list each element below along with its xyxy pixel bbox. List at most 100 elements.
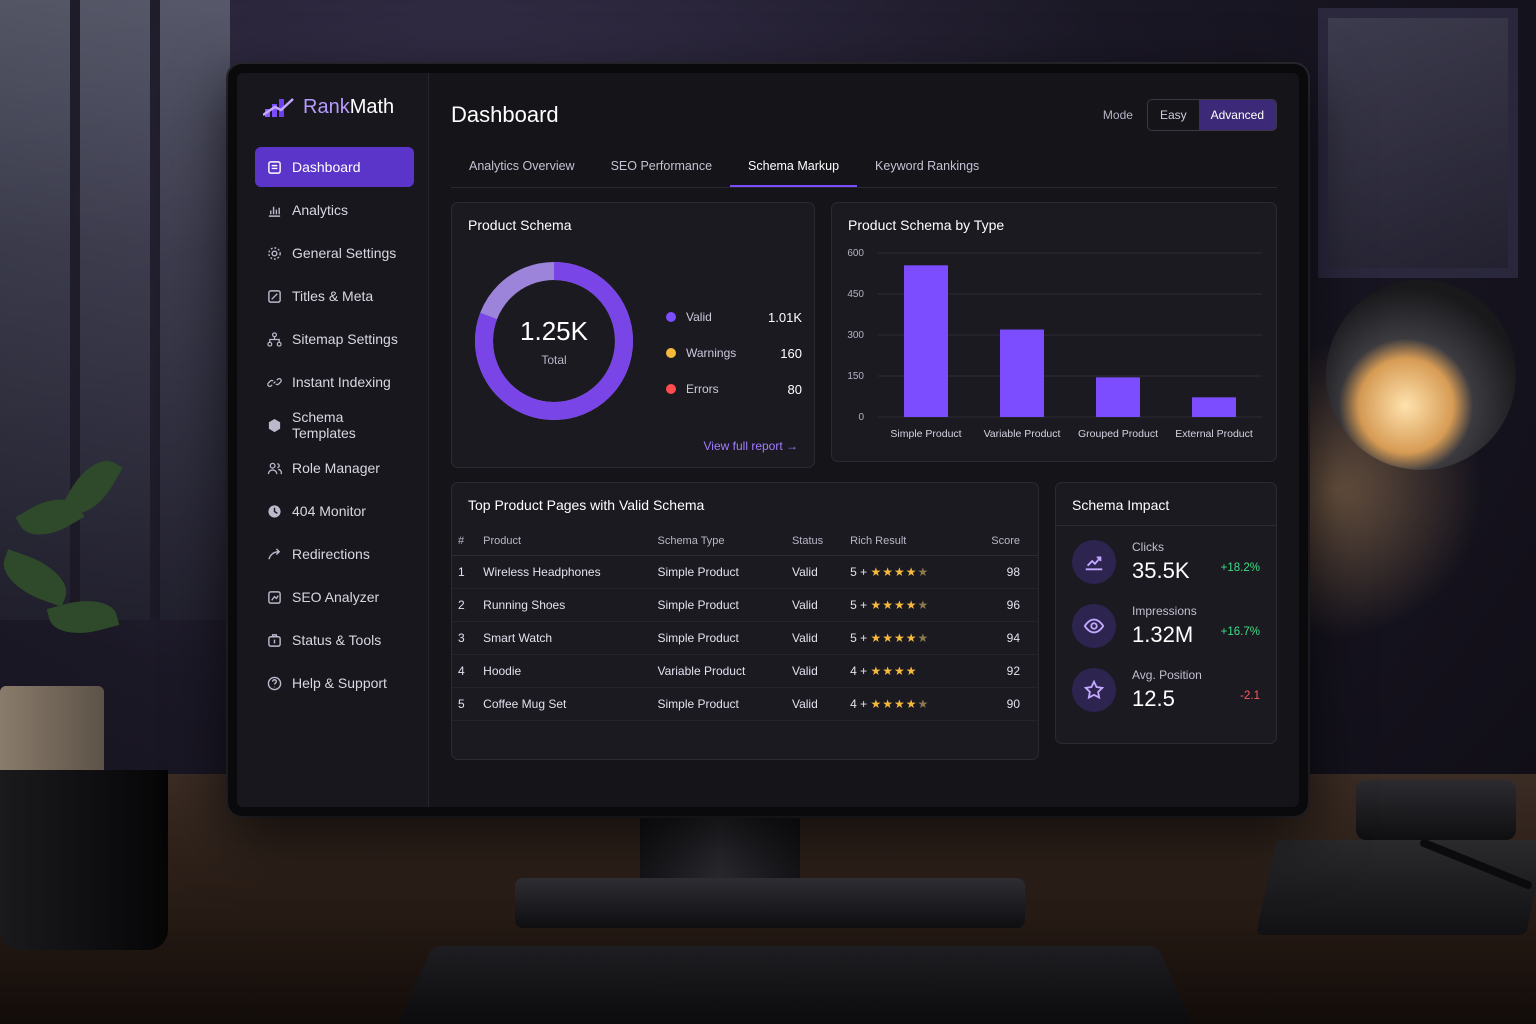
- bar[interactable]: [1192, 397, 1236, 417]
- sidebar-item-general-settings[interactable]: General Settings: [255, 233, 414, 273]
- legend-label: Valid: [686, 310, 712, 324]
- analyzer-icon: [267, 590, 282, 605]
- tab-analytics-overview[interactable]: Analytics Overview: [451, 149, 593, 187]
- column-header: Score: [966, 527, 1038, 556]
- brand[interactable]: RankMath: [255, 95, 414, 119]
- cell-schema-type: Variable Product: [651, 654, 786, 688]
- legend-dot: [666, 312, 676, 322]
- sidebar-item-status-tools[interactable]: Status & Tools: [255, 620, 414, 660]
- sidebar-item-seo-analyzer[interactable]: SEO Analyzer: [255, 577, 414, 617]
- table-row[interactable]: 3 Smart Watch Simple Product Valid 5 + ★★★★★…: [452, 621, 1038, 655]
- y-tick-label: 450: [847, 289, 864, 300]
- impact-metric: Clicks 35.5K +18.2%: [1056, 526, 1276, 590]
- impact-value: 35.5K: [1132, 558, 1190, 583]
- x-category-label: Variable Product: [984, 428, 1061, 440]
- cell-rank: 4: [452, 654, 478, 688]
- donut-total-value: 1.25K: [520, 315, 588, 346]
- legend-value: 80: [787, 381, 802, 397]
- bar-chart: 0 150 300 450 600 Simple Product Variable Prod…: [847, 248, 1262, 440]
- sidebar-item-dashboard[interactable]: Dashboard: [255, 147, 414, 187]
- cell-score: 98: [966, 555, 1038, 589]
- rich-result-count: 5 +: [850, 631, 868, 645]
- sidebar-item-schema-templates[interactable]: Schema Templates: [255, 405, 414, 445]
- gear-icon: [267, 246, 282, 261]
- monitor: RankMath Dashboard Analytics General Setti…: [228, 64, 1308, 816]
- card-title: Product Schema: [468, 217, 572, 233]
- cell-product[interactable]: Coffee Mug Set: [477, 687, 652, 721]
- impact-label: Avg. Position: [1132, 668, 1202, 682]
- cell-product[interactable]: Running Shoes: [477, 588, 652, 622]
- impact-list: Clicks 35.5K +18.2% Impressions 1.32M +16.7% A…: [1056, 526, 1276, 718]
- legend-dot: [666, 348, 676, 358]
- cell-score: 94: [966, 621, 1038, 655]
- mode-easy-button[interactable]: Easy: [1148, 100, 1199, 130]
- sidebar-item-instant-indexing[interactable]: Instant Indexing: [255, 362, 414, 402]
- tools-icon: [267, 633, 282, 648]
- dashboard-icon: [267, 160, 282, 175]
- impact-text: Impressions 1.32M: [1132, 604, 1197, 648]
- sidebar-item-sitemap-settings[interactable]: Sitemap Settings: [255, 319, 414, 359]
- legend-value: 1.01K: [768, 309, 802, 325]
- cell-product[interactable]: Hoodie: [477, 654, 652, 688]
- rich-result-count: 4 +: [850, 697, 868, 711]
- top-pages-card: Top Product Pages with Valid Schema # Pr…: [451, 482, 1039, 760]
- legend-item-errors: Errors 80: [666, 371, 802, 407]
- x-category-label: Grouped Product: [1078, 428, 1158, 440]
- cell-product[interactable]: Smart Watch: [477, 621, 652, 655]
- schema-impact-card: Schema Impact Clicks 35.5K +18.2% Impressio…: [1055, 482, 1277, 744]
- cell-rich-result: 4 + ★★★★★: [844, 687, 967, 721]
- impact-value: 1.32M: [1132, 622, 1194, 647]
- top-pages-table: # Product Schema Type Status Rich Result…: [452, 527, 1038, 721]
- y-tick-label: 150: [847, 371, 864, 382]
- sidebar-item-label: Schema Templates: [292, 409, 356, 441]
- impact-label: Impressions: [1132, 604, 1197, 618]
- sidebar-item-titles-meta[interactable]: Titles & Meta: [255, 276, 414, 316]
- star-icon: [1072, 668, 1116, 712]
- notebook: [1255, 840, 1536, 935]
- legend-dot: [666, 384, 676, 394]
- table-row[interactable]: 5 Coffee Mug Set Simple Product Valid 4 + ★★…: [452, 687, 1038, 721]
- tab-keyword-rankings[interactable]: Keyword Rankings: [857, 149, 997, 187]
- sidebar-item-analytics[interactable]: Analytics: [255, 190, 414, 230]
- bar[interactable]: [904, 265, 948, 417]
- sidebar-item-help-support[interactable]: Help & Support: [255, 663, 414, 703]
- brand-name-part: Math: [349, 95, 395, 118]
- rating-stars-icon: ★★★★★: [870, 697, 930, 711]
- mode-advanced-button[interactable]: Advanced: [1198, 100, 1276, 130]
- product-schema-card: Product Schema 1.25K Total Valid 1.01K W…: [451, 202, 815, 468]
- cell-product[interactable]: Wireless Headphones: [477, 555, 652, 589]
- sidebar-item-label: Status & Tools: [292, 632, 382, 648]
- sidebar-item-role-manager[interactable]: Role Manager: [255, 448, 414, 488]
- y-tick-label: 600: [847, 248, 864, 259]
- table-body: 1 Wireless Headphones Simple Product Valid 5…: [452, 555, 1038, 721]
- sidebar-item-label: 404 Monitor: [292, 503, 366, 519]
- table-row[interactable]: 2 Running Shoes Simple Product Valid 5 + ★★★…: [452, 588, 1038, 622]
- keyboard: [395, 945, 1195, 1024]
- tab-schema-markup[interactable]: Schema Markup: [730, 149, 858, 187]
- cell-score: 90: [966, 687, 1038, 721]
- schema-by-type-card: Product Schema by Type 0 150 300 450 600 Simp…: [831, 202, 1277, 462]
- edit-icon: [267, 289, 282, 304]
- cell-schema-type: Simple Product: [651, 588, 786, 622]
- cell-schema-type: Simple Product: [651, 687, 786, 721]
- sidebar-item-label: SEO Analyzer: [292, 589, 380, 605]
- impact-delta: +18.2%: [1220, 562, 1260, 574]
- table-row[interactable]: 1 Wireless Headphones Simple Product Valid 5…: [452, 555, 1038, 589]
- table-row[interactable]: 4 Hoodie Variable Product Valid 4 + ★★★★ 92: [452, 654, 1038, 688]
- cell-status: Valid: [785, 621, 845, 655]
- monitor-icon: [267, 504, 282, 519]
- cell-score: 96: [966, 588, 1038, 622]
- redirect-icon: [267, 547, 282, 562]
- coffee-mug: [0, 770, 168, 950]
- cell-status: Valid: [785, 588, 845, 622]
- view-full-report-link[interactable]: View full report →: [704, 439, 798, 453]
- donut-center: 1.25K Total: [474, 261, 634, 421]
- tab-seo-performance[interactable]: SEO Performance: [593, 149, 730, 187]
- bar[interactable]: [1000, 329, 1044, 417]
- sidebar-item-label: Role Manager: [292, 460, 380, 476]
- sidebar-item-redirections[interactable]: Redirections: [255, 534, 414, 574]
- rating-stars-icon: ★★★★★: [870, 598, 930, 612]
- rating-stars-icon: ★★★★★: [870, 631, 930, 645]
- bar[interactable]: [1096, 377, 1140, 417]
- sidebar-item-404-monitor[interactable]: 404 Monitor: [255, 491, 414, 531]
